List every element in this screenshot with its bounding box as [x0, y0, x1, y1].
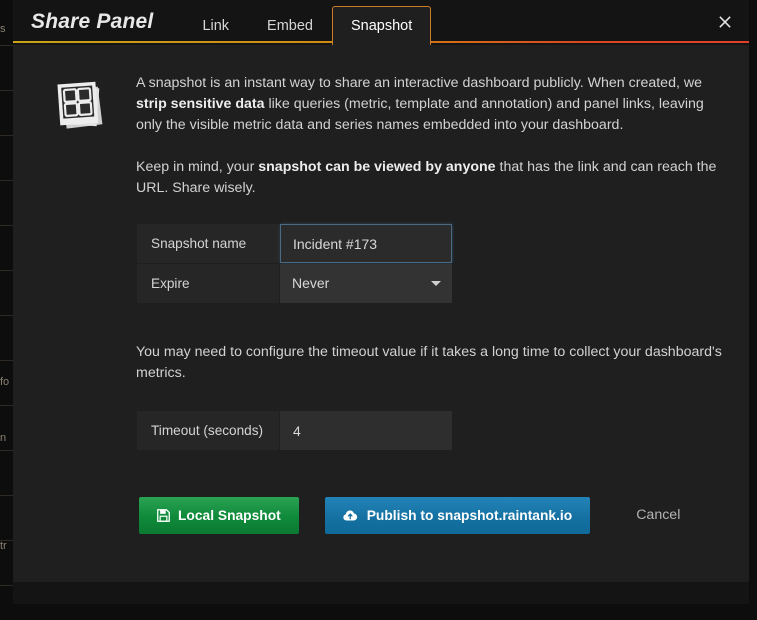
- tab-snapshot-label: Snapshot: [351, 17, 413, 34]
- backdrop-text-fragment: fo: [0, 376, 10, 388]
- publish-snapshot-button[interactable]: Publish to snapshot.raintank.io: [324, 497, 591, 534]
- description-bold-1: strip sensitive data: [136, 96, 265, 112]
- expire-cell: Never: [280, 264, 452, 303]
- backdrop-rule: [0, 495, 13, 496]
- backdrop-rule: [0, 90, 13, 91]
- snapshot-photos-icon: [35, 73, 115, 140]
- timeout-input[interactable]: [280, 411, 452, 450]
- modal-body: A snapshot is an instant way to share an…: [13, 45, 749, 604]
- tab-link[interactable]: Link: [183, 7, 248, 43]
- backdrop-rule: [0, 45, 13, 46]
- save-floppy-icon: [157, 509, 170, 522]
- page-title: Share Panel: [31, 10, 154, 33]
- close-icon[interactable]: [713, 11, 737, 33]
- modal-action-row: Local Snapshot Publish to snapshot.raint…: [136, 497, 727, 534]
- expire-selected-value: Never: [292, 275, 330, 291]
- modal-header: Share Panel Link Embed Snapshot: [13, 0, 749, 45]
- snapshot-name-row: Snapshot name: [137, 224, 452, 263]
- snapshot-name-label: Snapshot name: [137, 224, 279, 263]
- cancel-button[interactable]: Cancel: [618, 497, 698, 534]
- backdrop-rule: [0, 270, 13, 271]
- share-panel-modal: Share Panel Link Embed Snapshot A snapsh…: [13, 0, 749, 604]
- backdrop-rule: [0, 225, 13, 226]
- tab-embed[interactable]: Embed: [248, 7, 332, 43]
- timeout-label: Timeout (seconds): [137, 411, 279, 450]
- expire-row: Expire Never: [137, 264, 452, 303]
- backdrop-rule: [0, 180, 13, 181]
- snapshot-settings-form: Snapshot name Expire Never: [136, 223, 453, 304]
- publish-label: Publish to snapshot.raintank.io: [366, 507, 573, 523]
- local-snapshot-label: Local Snapshot: [178, 507, 281, 523]
- snapshot-description-paragraph: A snapshot is an instant way to share an…: [136, 73, 727, 136]
- warning-bold-1: snapshot can be viewed by anyone: [258, 159, 496, 175]
- description-part-1: A snapshot is an instant way to share an…: [136, 75, 702, 91]
- cancel-label: Cancel: [636, 507, 681, 524]
- backdrop-rule: [0, 360, 13, 361]
- tab-link-label: Link: [202, 17, 230, 34]
- modal-footer: [13, 582, 749, 604]
- modal-tab-list: Link Embed Snapshot: [183, 0, 432, 45]
- warning-part-1: Keep in mind, your: [136, 159, 259, 175]
- backdrop-rule: [0, 450, 13, 451]
- tab-snapshot[interactable]: Snapshot: [332, 6, 432, 45]
- backdrop-text-fragment: s: [0, 23, 6, 35]
- timeout-cell: [280, 411, 452, 450]
- snapshot-warning-paragraph: Keep in mind, your snapshot can be viewe…: [136, 157, 727, 199]
- snapshot-name-cell: [280, 224, 452, 263]
- backdrop-rule: [0, 405, 13, 406]
- backdrop-text-fragment: tr: [0, 540, 7, 552]
- timeout-form: Timeout (seconds): [136, 410, 453, 451]
- chevron-down-icon: [431, 281, 441, 286]
- local-snapshot-button[interactable]: Local Snapshot: [139, 497, 299, 534]
- expire-label: Expire: [137, 264, 279, 303]
- timeout-note: You may need to configure the timeout va…: [136, 344, 722, 381]
- backdrop-rule: [0, 585, 13, 586]
- timeout-row: Timeout (seconds): [137, 411, 452, 450]
- snapshot-name-input[interactable]: [280, 224, 452, 263]
- tab-embed-label: Embed: [267, 17, 313, 34]
- cloud-upload-icon: [343, 509, 359, 522]
- backdrop-text-fragment: n: [0, 432, 7, 444]
- expire-select[interactable]: Never: [280, 264, 452, 303]
- backdrop-rule: [0, 135, 13, 136]
- backdrop-rule: [0, 315, 13, 316]
